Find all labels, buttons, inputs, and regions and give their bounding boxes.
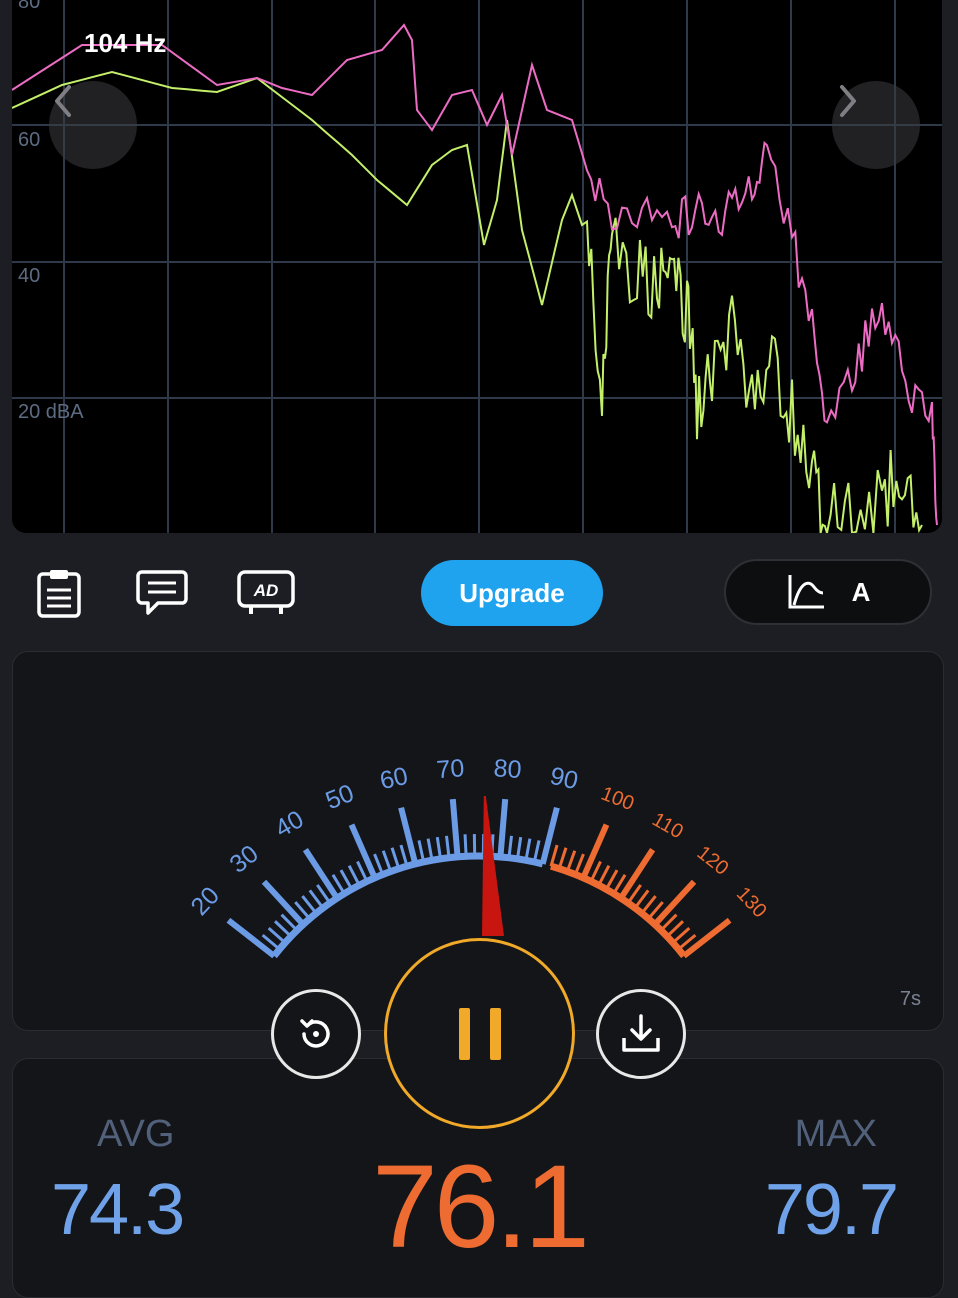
weighting-label: A	[852, 577, 871, 608]
spectrum-plot: 80 60 40 20 dBA	[12, 0, 942, 533]
spectrum-graph[interactable]: 80 60 40 20 dBA 104 Hz	[12, 0, 942, 533]
meter-tick	[583, 825, 606, 878]
chat-icon[interactable]	[136, 569, 188, 617]
spectrum-grid	[12, 0, 942, 533]
elapsed-time: 7s	[900, 988, 921, 1011]
meter-tick	[606, 870, 617, 889]
meter-tick	[352, 825, 375, 878]
meter-tick	[375, 854, 383, 874]
meter-tick	[401, 845, 407, 866]
pause-icon	[455, 1006, 505, 1062]
weighting-toggle[interactable]: A	[724, 559, 932, 625]
svg-text:AD: AD	[253, 581, 279, 600]
meter-scale-label: 60	[377, 762, 410, 795]
meter-tick	[534, 840, 539, 861]
next-button[interactable]	[832, 81, 920, 169]
meter-scale-label: 110	[648, 808, 687, 843]
download-button[interactable]	[596, 989, 686, 1079]
pause-button[interactable]	[384, 938, 575, 1129]
reset-button[interactable]	[271, 989, 361, 1079]
meter-tick	[599, 866, 609, 886]
meter-scale-label: 70	[435, 754, 465, 784]
meter-tick	[392, 848, 399, 869]
live-spectrum-line	[12, 25, 937, 525]
meter-scale-label: 100	[598, 783, 637, 816]
curve-chart-icon	[786, 573, 826, 611]
meter-tick	[349, 866, 359, 886]
meter-scale-label: 120	[693, 842, 733, 880]
meter-tick	[465, 834, 466, 856]
chevron-left-icon	[49, 81, 79, 121]
reset-icon	[294, 1012, 338, 1056]
meter-tick	[357, 862, 366, 882]
previous-button[interactable]	[49, 81, 137, 169]
clipboard-icon[interactable]	[36, 568, 82, 618]
meter-scale-label: 130	[732, 883, 771, 922]
ad-icon[interactable]: AD	[237, 570, 295, 616]
meter-scale-label: 30	[225, 840, 264, 879]
meter-scale-label: 90	[547, 762, 580, 795]
download-icon	[619, 1012, 663, 1056]
meter-tick	[526, 839, 530, 861]
meter-tick	[383, 851, 390, 872]
meter-needle	[482, 796, 504, 936]
meter-scale-label: 40	[270, 805, 308, 843]
max-value: 79.7	[765, 1169, 897, 1251]
y-tick-label: 40	[18, 265, 40, 287]
meter-tick	[453, 799, 458, 857]
max-label: MAX	[795, 1113, 877, 1156]
upgrade-button[interactable]: Upgrade	[421, 560, 603, 626]
meter-scale-label: 50	[322, 779, 358, 815]
meter-scale-label: 20	[186, 881, 225, 920]
meter-tick	[341, 870, 352, 889]
meter-tick	[419, 840, 424, 861]
meter-tick	[567, 851, 574, 872]
meter-scale-label: 80	[493, 754, 523, 784]
meter-tick	[517, 837, 520, 859]
meter-tick	[551, 845, 557, 866]
y-tick-label: 20 dBA	[18, 401, 84, 423]
y-tick-label: 80	[18, 0, 40, 13]
meter-tick	[559, 848, 566, 869]
frequency-label: 104 Hz	[84, 28, 166, 59]
y-tick-label: 60	[18, 129, 40, 151]
meter-tick	[575, 854, 583, 874]
meter-tick	[428, 839, 432, 861]
meter-tick	[591, 862, 600, 882]
avg-spectrum-line	[12, 72, 922, 533]
meter-tick	[500, 799, 505, 857]
chevron-right-icon	[832, 81, 862, 121]
